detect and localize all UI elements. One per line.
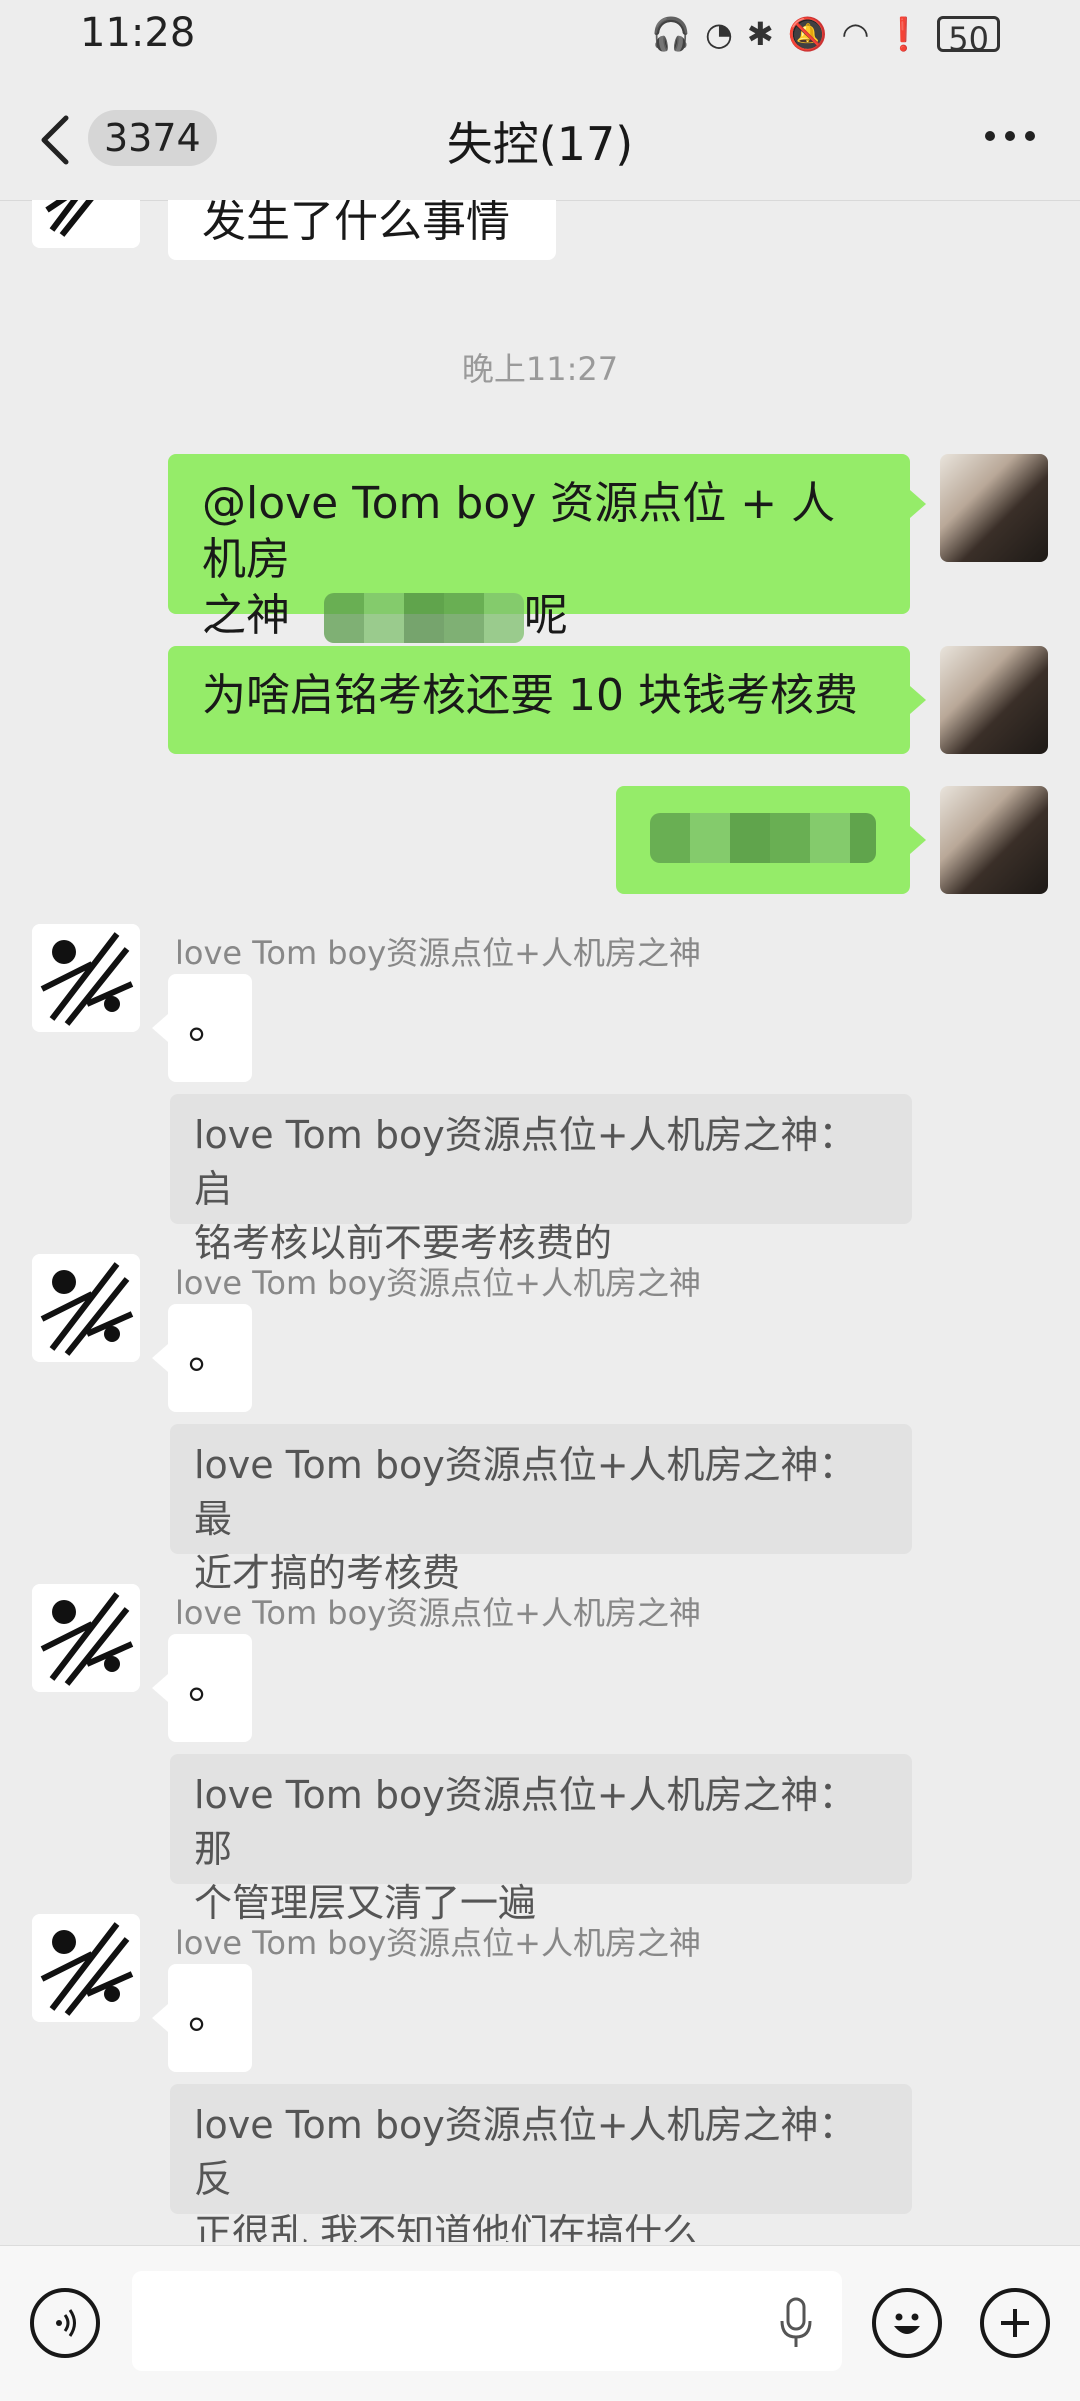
wifi-icon: ◠	[841, 15, 870, 53]
headphones-icon: 🎧	[651, 15, 691, 53]
message-text: 。	[188, 998, 232, 1049]
message-bubble[interactable]: 发生了什么事情	[168, 200, 556, 260]
redacted-block	[650, 813, 876, 863]
status-bar: 11:28 🎧 ◔ ✱ 🔕 ◠ ❗ 50	[0, 0, 1080, 80]
bubble-tail	[152, 2004, 168, 2032]
bubble-tail	[910, 490, 926, 518]
sender-name: love Tom boy资源点位+人机房之神	[175, 934, 701, 972]
message-text: 。	[188, 1328, 232, 1379]
avatar-self[interactable]	[940, 646, 1048, 754]
voice-toggle-icon[interactable]	[30, 2288, 100, 2358]
message-text: 之神	[202, 590, 290, 641]
microphone-icon[interactable]	[776, 2295, 816, 2351]
quote-text: love Tom boy资源点位+人机房之神：反	[194, 2103, 857, 2201]
quoted-message[interactable]: love Tom boy资源点位+人机房之神：最 近才搞的考核费	[170, 1424, 912, 1595]
message-list[interactable]: 发生了什么事情 晚上11:27 @love Tom boy 资源点位 + 人机房…	[0, 200, 1080, 2242]
chat-title: 失控(17)	[446, 117, 634, 171]
sender-name: love Tom boy资源点位+人机房之神	[175, 1924, 701, 1962]
avatar[interactable]	[32, 1254, 140, 1362]
avatar-self[interactable]	[940, 786, 1048, 894]
message-bubble-self[interactable]: @love Tom boy 资源点位 + 人机房 之神 呢	[168, 454, 910, 643]
message-text: 。	[188, 1658, 232, 1709]
message-bubble[interactable]: 。	[168, 1964, 252, 2072]
message-bubble-self[interactable]: 为啥启铭考核还要 10 块钱考核费	[168, 646, 910, 754]
add-attachment-icon[interactable]	[980, 2288, 1050, 2358]
bubble-tail	[152, 1014, 168, 1042]
message-text-line: 之神 呢	[202, 588, 876, 644]
mute-icon: 🔕	[787, 15, 828, 53]
bluetooth-icon: ✱	[746, 15, 774, 53]
input-bar	[0, 2245, 1080, 2401]
chat-header: 3374 失控(17)	[0, 80, 1080, 201]
avatar[interactable]	[32, 1914, 140, 2022]
message-bubble[interactable]: 。	[168, 1304, 252, 1412]
battery-icon: 50	[937, 16, 1000, 58]
quote-text: love Tom boy资源点位+人机房之神：启	[194, 1113, 857, 1211]
message-input[interactable]	[132, 2271, 842, 2371]
bubble-tail	[910, 826, 926, 854]
message-bubble-self[interactable]	[616, 786, 910, 894]
avatar[interactable]	[32, 924, 140, 1032]
quote-text: love Tom boy资源点位+人机房之神：那	[194, 1773, 857, 1871]
message-bubble[interactable]: 。	[168, 974, 252, 1082]
quoted-message[interactable]: love Tom boy资源点位+人机房之神：那 个管理层又清了一遍	[170, 1754, 912, 1925]
sender-name: love Tom boy资源点位+人机房之神	[175, 1264, 701, 1302]
message-text: 为啥启铭考核还要 10 块钱考核费	[202, 670, 858, 721]
bubble-tail	[910, 686, 926, 714]
quoted-message[interactable]: love Tom boy资源点位+人机房之神：启 铭考核以前不要考核费的	[170, 1094, 912, 1265]
clock: 11:28	[80, 10, 196, 56]
redacted-block	[324, 593, 524, 643]
timestamp: 晚上11:27	[461, 350, 619, 388]
avatar[interactable]	[32, 1584, 140, 1692]
alert-icon: ❗	[883, 15, 924, 53]
avatar-self[interactable]	[940, 454, 1048, 562]
sender-name: love Tom boy资源点位+人机房之神	[175, 1594, 701, 1632]
quoted-message[interactable]: love Tom boy资源点位+人机房之神：反 正很乱 我不知道他们在搞什么	[170, 2084, 912, 2242]
quote-text: love Tom boy资源点位+人机房之神：最	[194, 1443, 857, 1541]
message-text: 呢	[524, 590, 568, 641]
bubble-tail	[152, 1674, 168, 1702]
quote-text: 正很乱 我不知道他们在搞什么	[194, 2211, 701, 2242]
message-bubble[interactable]: 。	[168, 1634, 252, 1742]
status-icons: 🎧 ◔ ✱ 🔕 ◠ ❗ 50	[651, 14, 1000, 58]
message-text: 发生了什么事情	[202, 200, 510, 247]
more-options-icon[interactable]	[980, 116, 1040, 156]
avatar[interactable]	[32, 200, 140, 248]
message-text: @love Tom boy 资源点位 + 人机房	[202, 478, 836, 585]
speed-icon: ◔	[704, 15, 733, 53]
bubble-tail	[152, 1344, 168, 1372]
emoji-icon[interactable]	[872, 2288, 942, 2358]
message-text: 。	[188, 1988, 232, 2039]
